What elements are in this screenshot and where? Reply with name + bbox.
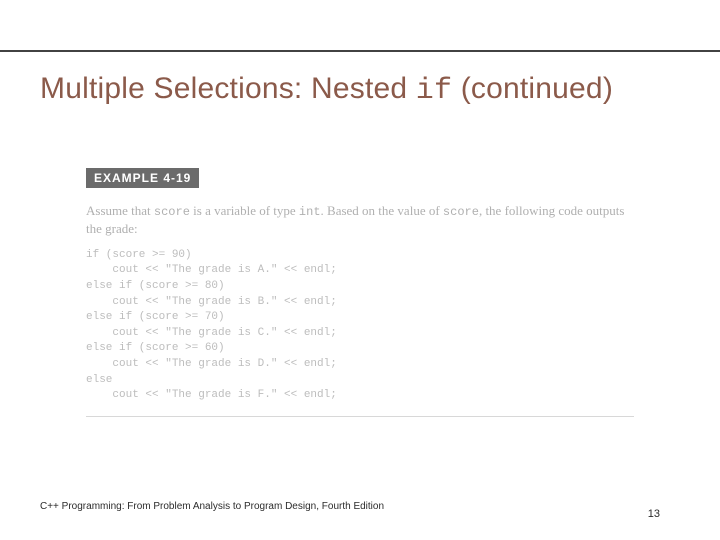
slide: Multiple Selections: Nested if (continue… <box>0 0 720 540</box>
slide-title: Multiple Selections: Nested if (continue… <box>40 72 700 108</box>
code-block: if (score >= 90) cout << "The grade is A… <box>86 248 634 404</box>
title-post: (continued) <box>452 72 613 105</box>
page-number: 13 <box>648 508 660 520</box>
intro-post: . Based on the value of <box>321 203 443 218</box>
intro-var: score <box>154 205 190 219</box>
intro-mid: is a variable of type <box>190 203 299 218</box>
example-area: EXAMPLE 4-19 Assume that score is a vari… <box>86 168 634 417</box>
intro-type: int <box>299 205 321 219</box>
title-mono: if <box>416 74 452 108</box>
example-intro: Assume that score is a variable of type … <box>86 202 634 238</box>
top-rule <box>0 50 720 52</box>
intro-var2: score <box>443 205 479 219</box>
example-end-rule <box>86 416 634 417</box>
title-pre: Multiple Selections: Nested <box>40 72 416 105</box>
intro-pre: Assume that <box>86 203 154 218</box>
example-badge: EXAMPLE 4-19 <box>86 168 199 188</box>
footer-text: C++ Programming: From Problem Analysis t… <box>40 501 384 512</box>
